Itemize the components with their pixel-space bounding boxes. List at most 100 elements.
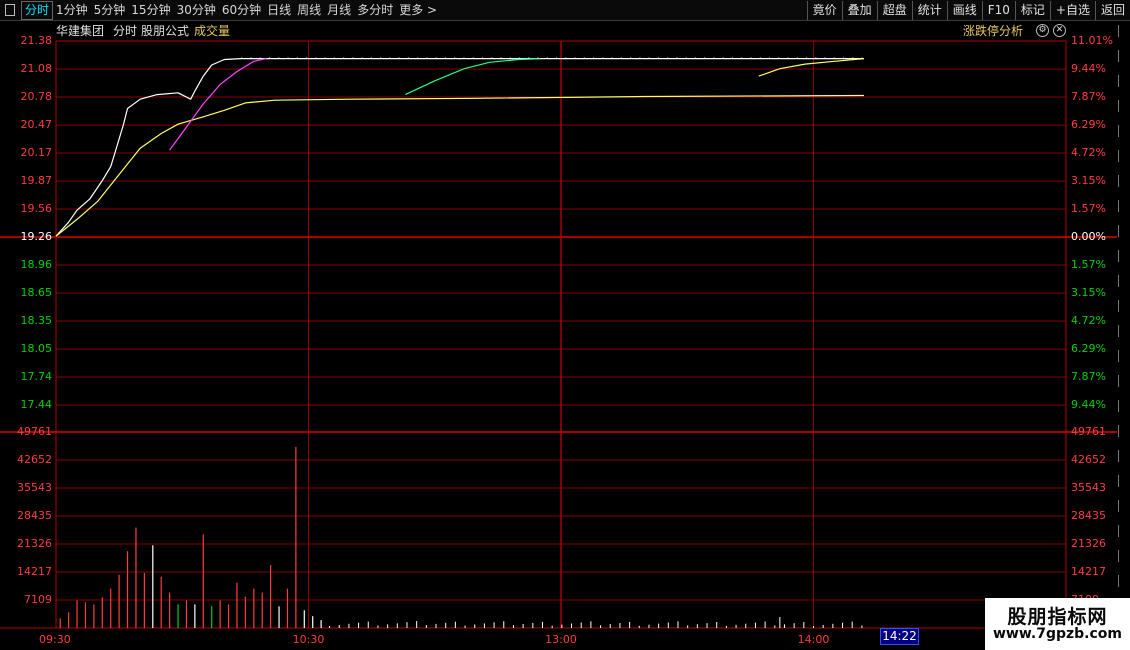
price-label-up: 21.08: [21, 62, 53, 75]
price-dot: [583, 57, 585, 59]
price-label-up: 21.38: [21, 34, 53, 47]
side-panel-row: [1118, 100, 1130, 112]
watermark-url: www.7gpzb.com: [992, 626, 1122, 642]
side-panel-row: [1118, 200, 1130, 212]
price-dot: [324, 57, 326, 59]
price-dot: [407, 57, 410, 59]
side-panel-row: [1118, 125, 1130, 137]
price-label-up: 20.17: [21, 146, 53, 159]
price-label-down: 18.05: [21, 342, 53, 355]
price-dot: [768, 57, 771, 59]
price-dot: [268, 57, 271, 59]
watermark: 股朋指标网 www.7gpzb.com: [985, 598, 1130, 650]
price-dot: [454, 57, 456, 59]
side-panel-row: [1118, 475, 1130, 487]
pct-label-down: 4.72%: [1071, 314, 1106, 327]
price-dot: [315, 57, 317, 59]
volume-label-left: 42652: [17, 453, 52, 466]
price-label-up: 19.87: [21, 174, 53, 187]
pct-label-down: 6.29%: [1071, 342, 1106, 355]
price-series-1: [55, 94, 865, 237]
price-dot: [713, 57, 715, 59]
price-dot: [518, 57, 521, 59]
volume-label-left: 35543: [17, 481, 52, 494]
price-dot: [722, 57, 724, 59]
price-label-down: 18.35: [21, 314, 53, 327]
price-label-up: 20.78: [21, 90, 53, 103]
price-dot: [361, 57, 363, 59]
volume-label-right: 28435: [1071, 509, 1106, 522]
price-dot: [648, 57, 650, 59]
price-dot: [481, 57, 484, 59]
time-label: 14:00: [798, 633, 830, 644]
price-label-up: 20.47: [21, 118, 53, 131]
intraday-chart[interactable]: 21.38 21.08 20.78 20.47 20.17 19.87 19.56 19.26…: [0, 0, 1117, 644]
price-dot: [731, 57, 734, 59]
side-panel-row: [1118, 250, 1130, 262]
side-panel-row: [1118, 350, 1130, 362]
price-dot: [500, 57, 502, 59]
price-dot: [778, 57, 780, 59]
side-panel-row: [1118, 500, 1130, 512]
side-panel-row: [1118, 425, 1130, 437]
volume-label-left: 14217: [17, 565, 52, 578]
side-panel-row: [1118, 400, 1130, 412]
side-panel-row: [1118, 375, 1130, 387]
price-series-3: [405, 58, 541, 96]
price-dot: [537, 57, 539, 59]
price-dot: [602, 57, 604, 59]
volume-label-left: 7109: [24, 593, 52, 606]
side-panel-row: [1118, 75, 1130, 87]
price-dot: [574, 57, 576, 59]
pct-label-up: 11.01%: [1071, 34, 1113, 47]
price-dot: [842, 57, 845, 59]
side-panel-row: [1118, 150, 1130, 162]
price-series-4: [758, 58, 865, 77]
price-axis-labels: 21.38 21.08 20.78 20.47 20.17 19.87 19.56 19.26…: [21, 34, 1113, 411]
watermark-title: 股朋指标网: [1007, 606, 1108, 628]
price-dot: [491, 57, 493, 59]
price-label-down: 18.96: [21, 258, 53, 271]
price-dot: [509, 57, 511, 59]
price-dot: [611, 57, 613, 59]
volume-label-left: 49761: [17, 425, 52, 438]
price-label-up: 19.56: [21, 202, 53, 215]
price-dot: [352, 57, 354, 59]
price-series-2: [169, 58, 267, 151]
price-dot: [241, 57, 243, 59]
price-dot: [546, 57, 548, 59]
price-dot: [759, 57, 761, 59]
volume-label-left: 28435: [17, 509, 52, 522]
price-label-down: 18.65: [21, 286, 53, 299]
price-dot: [787, 57, 789, 59]
price-dot: [444, 57, 447, 59]
volume-label-left: 21326: [17, 537, 52, 550]
pct-label-down: 1.57%: [1071, 258, 1106, 271]
price-dot: [555, 57, 558, 59]
pct-label-down: 3.15%: [1071, 286, 1106, 299]
price-dot: [750, 57, 752, 59]
status-strip: [0, 644, 880, 650]
volume-label-right: 42652: [1071, 453, 1106, 466]
side-panel-edge[interactable]: [1117, 20, 1130, 630]
price-dot: [676, 57, 678, 59]
price-dot: [685, 57, 687, 59]
side-panel-row: [1118, 225, 1130, 237]
side-panel-row: [1118, 50, 1130, 62]
price-dot: [805, 57, 808, 59]
price-dot: [565, 57, 567, 59]
price-dot: [250, 57, 252, 59]
price-dot: [796, 57, 798, 59]
price-dot: [259, 57, 261, 59]
price-label-base: 19.26: [21, 230, 53, 243]
price-dot: [704, 57, 706, 59]
volume-bars: [59, 446, 863, 628]
price-dot: [472, 57, 474, 59]
price-dot: [592, 57, 595, 59]
volume-label-right: 14217: [1071, 565, 1106, 578]
pct-label-up: 1.57%: [1071, 202, 1106, 215]
time-label: 13:00: [545, 633, 577, 644]
side-panel-row: [1118, 300, 1130, 312]
side-panel-row: [1118, 275, 1130, 287]
price-dot: [398, 57, 400, 59]
